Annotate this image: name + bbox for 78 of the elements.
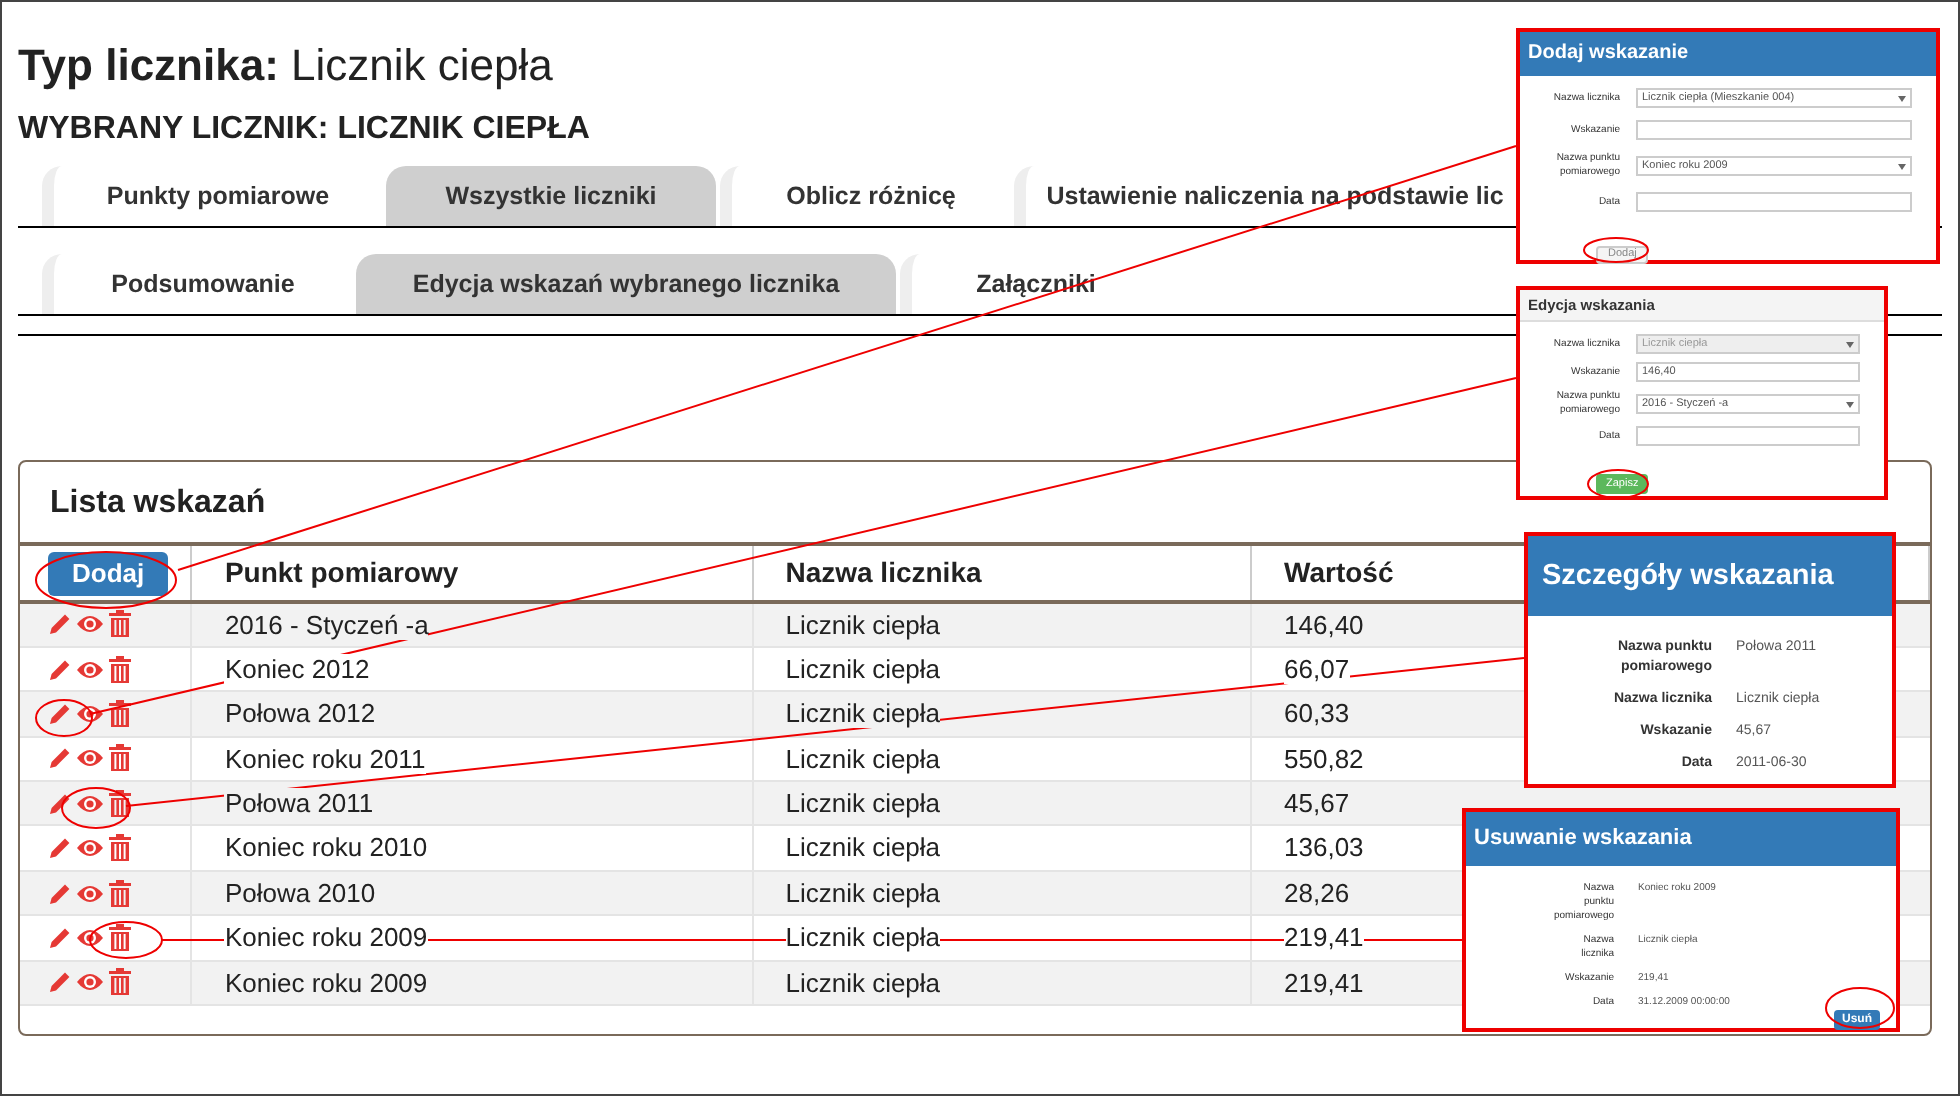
table-cell: 28,26 bbox=[1284, 877, 1350, 908]
table-cell: 60,33 bbox=[1284, 698, 1350, 729]
dialog-title: Usuwanie wskazania bbox=[1466, 812, 1896, 866]
eye-icon[interactable] bbox=[76, 612, 104, 637]
column-header: Nazwa licznika bbox=[785, 556, 982, 588]
page-title-label: Typ licznika: bbox=[18, 40, 279, 90]
panel-title: Lista wskazań bbox=[50, 484, 266, 524]
trash-icon[interactable] bbox=[108, 789, 132, 818]
dialog-title: Szczegóły wskazania bbox=[1528, 536, 1892, 616]
input-field[interactable] bbox=[1636, 192, 1912, 212]
table-cell: Licznik ciepła bbox=[785, 922, 941, 953]
dialog-title: Dodaj wskazanie bbox=[1520, 32, 1936, 76]
table-cell: Licznik ciepła bbox=[785, 832, 941, 863]
pencil-icon[interactable] bbox=[48, 925, 72, 950]
eye-icon[interactable] bbox=[76, 836, 104, 861]
table-cell: 45,67 bbox=[1284, 788, 1350, 818]
highlight-ellipse bbox=[89, 921, 163, 959]
eye-icon[interactable] bbox=[76, 746, 104, 771]
pencil-icon[interactable] bbox=[48, 657, 72, 682]
eye-icon[interactable] bbox=[76, 881, 104, 906]
pencil-icon[interactable] bbox=[48, 881, 72, 906]
table-cell: 146,40 bbox=[1284, 609, 1364, 640]
table-cell: 219,41 bbox=[1284, 922, 1364, 953]
highlight-ellipse bbox=[35, 699, 93, 737]
table-cell: 550,82 bbox=[1284, 743, 1364, 774]
table-cell: Połowa 2010 bbox=[224, 877, 376, 908]
eye-icon[interactable] bbox=[76, 925, 104, 950]
table-cell: Licznik ciepła bbox=[785, 788, 941, 818]
input-field[interactable] bbox=[1636, 120, 1912, 140]
pencil-icon[interactable] bbox=[48, 701, 72, 726]
table-cell: Koniec 2012 bbox=[224, 653, 370, 684]
caret-icon bbox=[1846, 401, 1854, 407]
tab[interactable]: Edycja wskazań wybranego licznika bbox=[356, 254, 896, 314]
table-cell: Licznik ciepła bbox=[785, 877, 941, 908]
trash-icon[interactable] bbox=[108, 923, 132, 952]
eye-icon[interactable] bbox=[76, 970, 104, 995]
table-cell: Koniec roku 2009 bbox=[224, 922, 428, 953]
tab[interactable]: Wszystkie liczniki bbox=[386, 166, 716, 226]
selected-meter-heading: WYBRANY LICZNIK: LICZNIK CIEPŁA bbox=[18, 110, 590, 150]
column-header: Punkt pomiarowy bbox=[224, 556, 459, 588]
table-cell: 66,07 bbox=[1284, 653, 1350, 684]
table-cell: Koniec roku 2009 bbox=[224, 967, 428, 998]
trash-icon[interactable] bbox=[108, 968, 132, 997]
trash-icon[interactable] bbox=[108, 699, 132, 728]
highlight-ellipse bbox=[61, 787, 131, 829]
table-cell: Koniec roku 2010 bbox=[224, 832, 428, 863]
eye-icon[interactable] bbox=[76, 791, 104, 816]
table-cell: Połowa 2011 bbox=[224, 788, 374, 818]
table-cell: Licznik ciepła bbox=[785, 653, 941, 684]
input-field[interactable] bbox=[1636, 426, 1860, 446]
table-cell: Koniec roku 2011 bbox=[224, 743, 426, 774]
table-cell: Licznik ciepła bbox=[785, 698, 941, 729]
column-header: Wartość bbox=[1284, 556, 1394, 588]
pencil-icon[interactable] bbox=[48, 791, 72, 816]
caret-icon bbox=[1846, 341, 1854, 347]
trash-icon[interactable] bbox=[108, 610, 132, 639]
trash-icon[interactable] bbox=[108, 744, 132, 773]
trash-icon[interactable] bbox=[108, 655, 132, 684]
trash-icon[interactable] bbox=[108, 879, 132, 908]
page-title-value: Licznik ciepła bbox=[291, 40, 553, 90]
pencil-icon[interactable] bbox=[48, 970, 72, 995]
table-cell: Licznik ciepła bbox=[785, 743, 941, 774]
table-cell: Licznik ciepła bbox=[785, 967, 941, 998]
table-cell: Połowa 2012 bbox=[224, 698, 376, 729]
table-cell: 219,41 bbox=[1284, 967, 1364, 998]
eye-icon[interactable] bbox=[76, 657, 104, 682]
trash-icon[interactable] bbox=[108, 834, 132, 863]
table-cell: 136,03 bbox=[1284, 832, 1364, 863]
table-cell: Licznik ciepła bbox=[785, 609, 941, 640]
add-button[interactable]: Dodaj bbox=[48, 551, 169, 595]
pencil-icon[interactable] bbox=[48, 746, 72, 771]
caret-icon bbox=[1898, 163, 1906, 169]
highlight-ellipse bbox=[35, 551, 177, 609]
pencil-icon[interactable] bbox=[48, 836, 72, 861]
eye-icon[interactable] bbox=[76, 701, 104, 726]
caret-icon bbox=[1898, 95, 1906, 101]
pencil-icon[interactable] bbox=[48, 612, 72, 637]
table-cell: 2016 - Styczeń -a bbox=[224, 609, 429, 640]
